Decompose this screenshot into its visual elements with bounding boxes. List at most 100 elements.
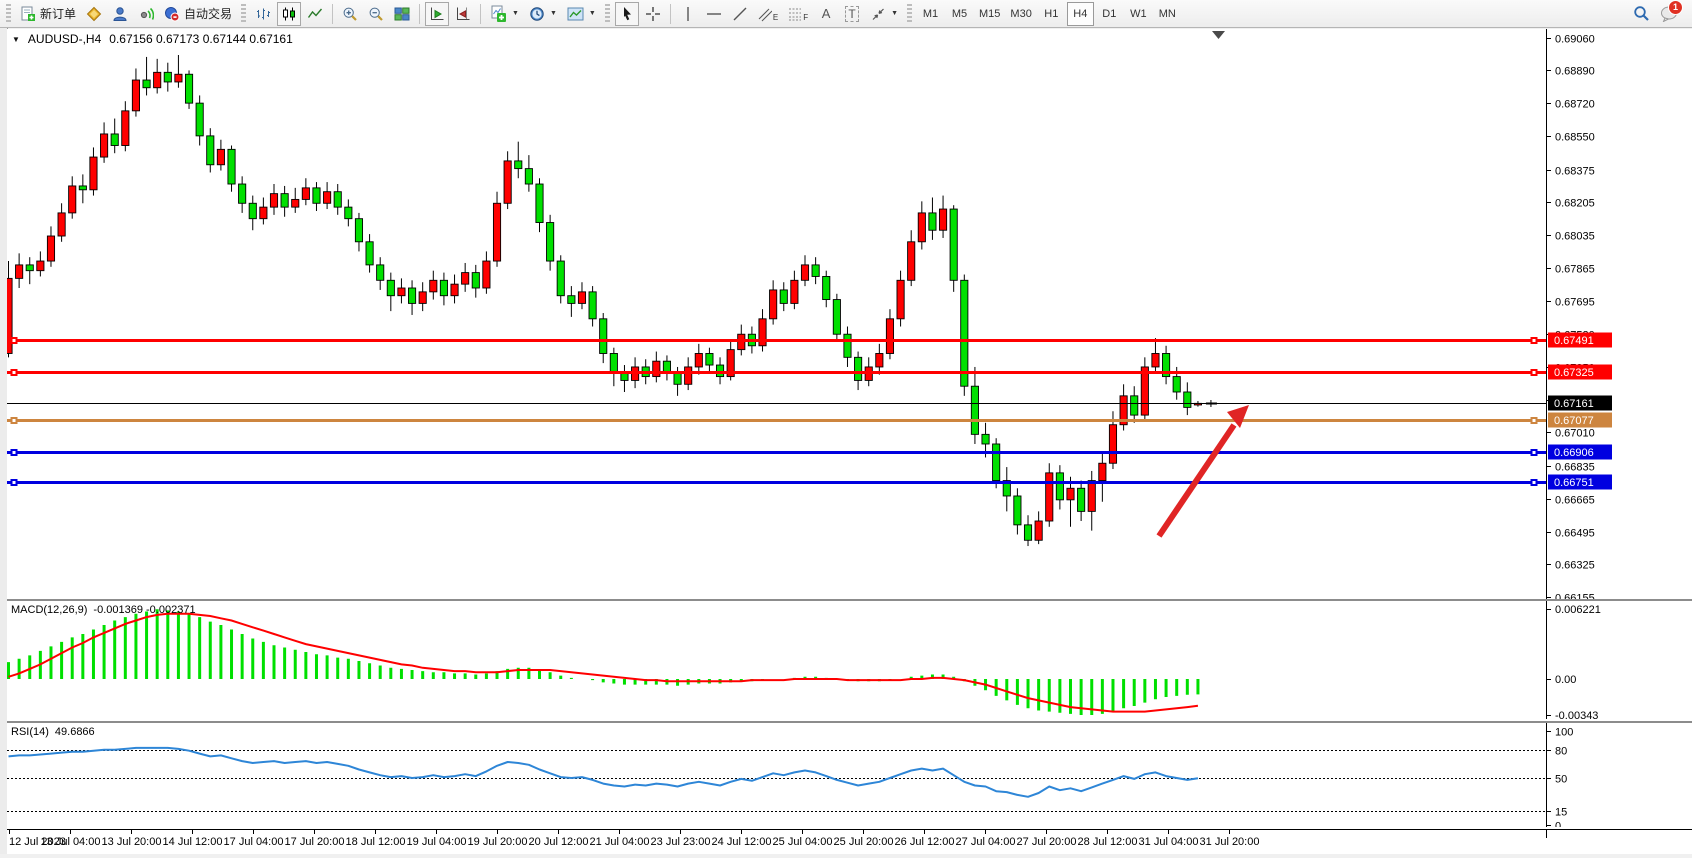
svg-text:17 Jul 20:00: 17 Jul 20:00 — [285, 836, 345, 848]
svg-text:0.68205: 0.68205 — [1555, 198, 1595, 210]
indicator-add-icon — [490, 5, 507, 22]
svg-text:100: 100 — [1555, 727, 1573, 739]
arrows-tool[interactable]: ▼ — [866, 2, 902, 26]
metaeditor-button[interactable] — [82, 2, 106, 26]
timeframe-d1[interactable]: D1 — [1096, 2, 1123, 26]
signals-button[interactable] — [134, 2, 158, 26]
horizontal-line[interactable] — [7, 337, 1546, 344]
crosshair-button[interactable] — [641, 2, 665, 26]
svg-text:0.67695: 0.67695 — [1555, 297, 1595, 309]
text-label-icon: T — [845, 6, 858, 22]
rsi-value: 49.6866 — [55, 726, 95, 738]
search-icon — [1633, 5, 1650, 22]
indicators-button[interactable]: ▼ — [486, 2, 523, 26]
fibonacci-icon — [788, 6, 802, 22]
candlestick-chart-button[interactable] — [277, 2, 301, 26]
templates-button[interactable]: ▼ — [563, 2, 600, 26]
timeframe-m30[interactable]: M30 — [1006, 2, 1035, 26]
new-order-button[interactable]: 新订单 — [16, 2, 80, 26]
timeframe-m15[interactable]: M15 — [975, 2, 1004, 26]
zoom-out-icon — [368, 6, 384, 22]
horizontal-line-icon — [706, 7, 722, 21]
svg-text:24 Jul 12:00: 24 Jul 12:00 — [712, 836, 772, 848]
svg-text:13 Jul 20:00: 13 Jul 20:00 — [102, 836, 162, 848]
trend-arrow[interactable] — [1159, 405, 1249, 536]
horizontal-line[interactable] — [7, 479, 1546, 486]
macd-signal-line — [9, 614, 1198, 712]
chart-shift-marker — [1212, 31, 1225, 39]
channel-tool[interactable]: E — [754, 2, 782, 26]
signal-waves-icon — [138, 6, 154, 22]
bar-chart-icon — [255, 6, 271, 22]
svg-text:13 Jul 04:00: 13 Jul 04:00 — [41, 836, 101, 848]
notifications-button[interactable]: 1 — [1656, 2, 1682, 26]
channel-label: E — [773, 13, 778, 22]
price-chart[interactable]: 0.690600.688900.687200.685500.683750.682… — [7, 29, 1692, 599]
toolbar-separator — [670, 4, 671, 24]
chevron-down-icon: ▼ — [589, 10, 596, 17]
text-label-tool[interactable]: T — [840, 2, 864, 26]
vertical-line-tool[interactable] — [676, 2, 700, 26]
rsi-line — [9, 748, 1198, 797]
auto-trading-label: 自动交易 — [184, 5, 232, 22]
toolbar-separator — [332, 4, 333, 24]
svg-text:26 Jul 12:00: 26 Jul 12:00 — [895, 836, 955, 848]
svg-text:14 Jul 12:00: 14 Jul 12:00 — [163, 836, 223, 848]
chart-symbol-period: AUDUSD-,H4 — [28, 32, 101, 46]
chevron-down-icon: ▼ — [550, 10, 557, 17]
horizontal-line-tool[interactable] — [702, 2, 726, 26]
svg-text:80: 80 — [1555, 746, 1567, 758]
svg-text:0.67865: 0.67865 — [1555, 264, 1595, 276]
chart-shift-button[interactable] — [451, 2, 475, 26]
timeframe-h1[interactable]: H1 — [1038, 2, 1065, 26]
cursor-arrow-icon — [619, 6, 635, 22]
timeframe-h4[interactable]: H4 — [1067, 2, 1094, 26]
svg-text:0.67325: 0.67325 — [1554, 367, 1594, 379]
main-chart-panel[interactable]: 0.690600.688900.687200.685500.683750.682… — [7, 29, 1692, 599]
rsi-panel[interactable]: 1008050150 RSI(14) 49.6866 — [7, 721, 1692, 829]
svg-text:0.68550: 0.68550 — [1555, 132, 1595, 144]
zoom-out-button[interactable] — [364, 2, 388, 26]
bar-chart-button[interactable] — [251, 2, 275, 26]
search-button[interactable] — [1629, 2, 1654, 26]
trendline-tool[interactable] — [728, 2, 752, 26]
svg-text:25 Jul 20:00: 25 Jul 20:00 — [834, 836, 894, 848]
toolbar-grip — [6, 4, 11, 24]
timeframe-mn[interactable]: MN — [1154, 2, 1181, 26]
auto-scroll-button[interactable] — [425, 2, 449, 26]
macd-panel[interactable]: 0.0062210.00-0.00343 MACD(12,26,9) -0.00… — [7, 599, 1692, 721]
svg-text:50: 50 — [1555, 774, 1567, 786]
horizontal-line[interactable] — [7, 417, 1546, 424]
timeframe-m5[interactable]: M5 — [946, 2, 973, 26]
clock-icon — [529, 6, 545, 22]
rsi-label: RSI(14) 49.6866 — [11, 726, 95, 738]
svg-text:0.67077: 0.67077 — [1554, 415, 1594, 427]
new-order-icon — [20, 6, 36, 22]
chart-shift-icon — [455, 6, 471, 22]
tile-windows-button[interactable] — [390, 2, 414, 26]
svg-text:0.00: 0.00 — [1555, 674, 1576, 686]
symbol-menu-icon[interactable]: ▼ — [12, 35, 20, 44]
auto-trading-button[interactable]: 自动交易 — [160, 2, 236, 26]
line-chart-button[interactable] — [303, 2, 327, 26]
zoom-in-button[interactable] — [338, 2, 362, 26]
periods-button[interactable]: ▼ — [525, 2, 561, 26]
fibonacci-tool[interactable]: F — [784, 2, 812, 26]
text-tool[interactable]: A — [814, 2, 838, 26]
svg-text:0.66906: 0.66906 — [1554, 447, 1594, 459]
candles — [7, 55, 1202, 546]
horizontal-line[interactable] — [7, 449, 1546, 456]
price-axis-label: 0.67325 — [1548, 365, 1612, 380]
timeframe-m1[interactable]: M1 — [917, 2, 944, 26]
chevron-down-icon: ▼ — [891, 10, 898, 17]
vertical-line-icon — [681, 6, 695, 22]
svg-text:31 Jul 20:00: 31 Jul 20:00 — [1200, 836, 1260, 848]
horizontal-line[interactable] — [7, 369, 1546, 376]
timeframe-w1[interactable]: W1 — [1125, 2, 1152, 26]
svg-text:0.68890: 0.68890 — [1555, 66, 1595, 78]
line-chart-icon — [307, 6, 323, 22]
template-icon — [567, 7, 584, 21]
profile-button[interactable] — [108, 2, 132, 26]
svg-text:0: 0 — [1555, 821, 1561, 828]
cursor-button[interactable] — [615, 2, 639, 26]
